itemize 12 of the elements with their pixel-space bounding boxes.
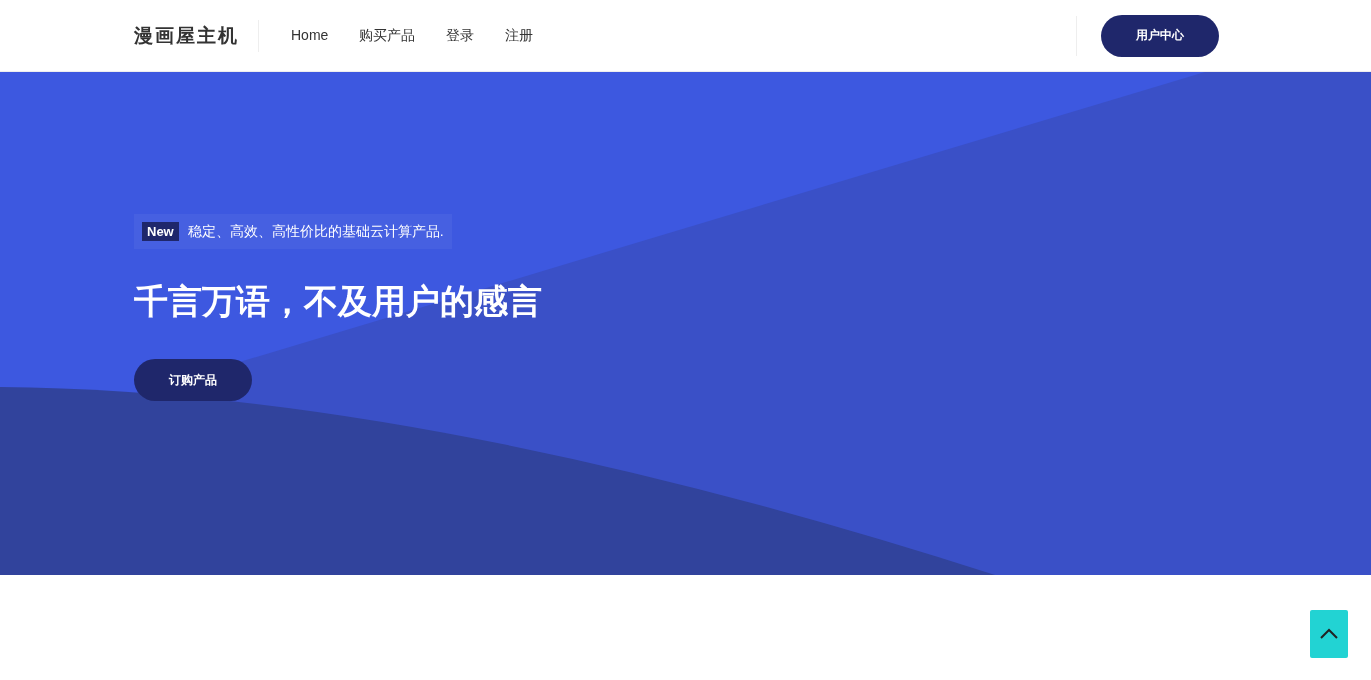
tagline-text: 稳定、高效、高性价比的基础云计算产品. — [187, 222, 444, 241]
nav-link[interactable]: 登录 — [446, 26, 475, 45]
nav-link[interactable]: 注册 — [505, 26, 534, 45]
site-logo[interactable]: 漫画屋主机 — [134, 19, 259, 52]
hero-title: 千言万语，不及用户的感言 — [134, 281, 543, 322]
new-label: New — [142, 222, 179, 241]
user-center-button[interactable]: 用户中心 — [1101, 14, 1219, 57]
order-button[interactable]: 订购产品 — [134, 359, 252, 401]
back-to-top-button[interactable] — [1310, 610, 1348, 658]
chevron-up-icon — [1320, 628, 1338, 640]
nav-link[interactable]: 购买产品 — [359, 26, 416, 45]
nav-link[interactable]: Home — [291, 26, 329, 45]
